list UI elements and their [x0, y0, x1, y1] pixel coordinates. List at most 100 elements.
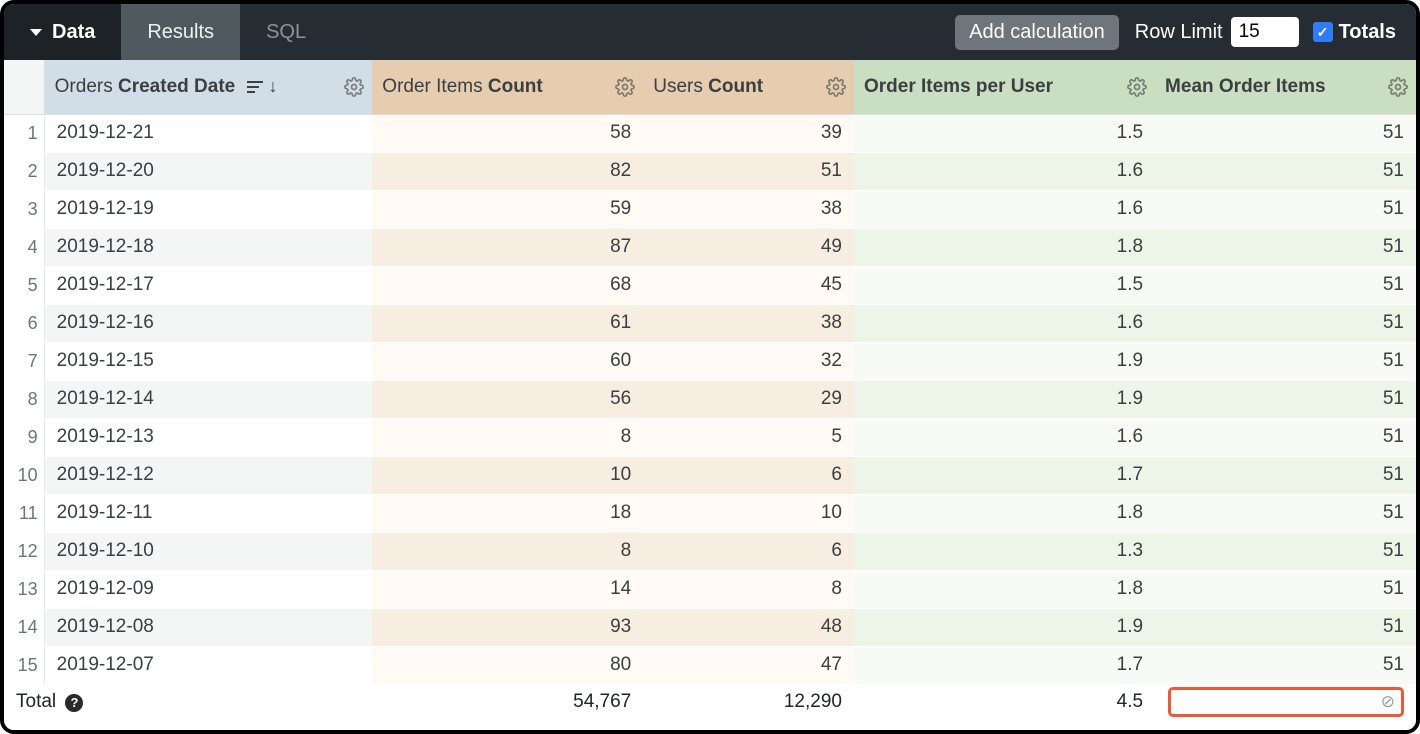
- row-number: 11: [4, 494, 44, 532]
- cell-order-items-count: 10: [372, 456, 643, 494]
- cell-order-items-count: 61: [372, 304, 643, 342]
- row-number: 1: [4, 114, 44, 152]
- add-calculation-button[interactable]: Add calculation: [955, 15, 1119, 50]
- table-row: 112019-12-1118101.851: [4, 494, 1416, 532]
- col-header-order-items-count[interactable]: Order Items Count: [372, 60, 643, 114]
- cell-mean-order-items: 51: [1155, 228, 1416, 266]
- cell-order-items-per-user: 1.9: [854, 380, 1155, 418]
- totals-order-items-count: 54,767: [372, 684, 643, 720]
- row-number: 6: [4, 304, 44, 342]
- gear-icon[interactable]: [615, 77, 635, 97]
- cell-created-date: 2019-12-18: [44, 228, 372, 266]
- cell-mean-order-items: 51: [1155, 608, 1416, 646]
- col-header-users-count[interactable]: Users Count: [643, 60, 854, 114]
- col-header-rownum: [4, 60, 44, 114]
- row-limit-label: Row Limit: [1135, 21, 1223, 44]
- cell-mean-order-items: 51: [1155, 532, 1416, 570]
- col-header-order-items-per-user[interactable]: Order Items per User: [854, 60, 1155, 114]
- tab-results[interactable]: Results: [121, 4, 240, 60]
- cell-mean-order-items: 51: [1155, 152, 1416, 190]
- row-number: 7: [4, 342, 44, 380]
- cell-order-items-count: 60: [372, 342, 643, 380]
- tab-data-label: Data: [52, 21, 95, 44]
- cell-order-items-per-user: 1.5: [854, 266, 1155, 304]
- cell-created-date: 2019-12-08: [44, 608, 372, 646]
- gear-icon[interactable]: [344, 77, 364, 97]
- table-row: 132019-12-091481.851: [4, 570, 1416, 608]
- col-header-label: Mean Order Items: [1165, 76, 1326, 97]
- tab-sql[interactable]: SQL: [240, 4, 332, 60]
- row-number: 10: [4, 456, 44, 494]
- totals-toggle[interactable]: ✓ Totals: [1313, 21, 1396, 44]
- cell-users-count: 48: [643, 608, 854, 646]
- cell-users-count: 51: [643, 152, 854, 190]
- col-header-bold: Created Date: [118, 76, 235, 97]
- null-icon: ⊘: [1381, 692, 1395, 712]
- totals-mean-order-items: ⊘: [1155, 684, 1416, 720]
- gear-icon[interactable]: [1388, 77, 1408, 97]
- totals-label-cell: Total ?: [4, 684, 372, 720]
- row-number: 8: [4, 380, 44, 418]
- cell-mean-order-items: 51: [1155, 266, 1416, 304]
- table-row: 122019-12-10861.351: [4, 532, 1416, 570]
- cell-mean-order-items: 51: [1155, 456, 1416, 494]
- table-row: 12019-12-2158391.551: [4, 114, 1416, 152]
- table-row: 82019-12-1456291.951: [4, 380, 1416, 418]
- cell-order-items-count: 59: [372, 190, 643, 228]
- cell-mean-order-items: 51: [1155, 342, 1416, 380]
- totals-label: Totals: [1339, 21, 1396, 44]
- cell-order-items-per-user: 1.8: [854, 570, 1155, 608]
- tab-sql-label: SQL: [266, 21, 306, 44]
- cell-order-items-count: 87: [372, 228, 643, 266]
- col-header-bold: Count: [708, 76, 763, 97]
- cell-created-date: 2019-12-15: [44, 342, 372, 380]
- cell-order-items-count: 68: [372, 266, 643, 304]
- cell-users-count: 38: [643, 304, 854, 342]
- topbar: Data Results SQL Add calculation Row Lim…: [4, 4, 1416, 60]
- cell-order-items-per-user: 1.5: [854, 114, 1155, 152]
- tab-data[interactable]: Data: [4, 4, 121, 60]
- gear-icon[interactable]: [1127, 77, 1147, 97]
- table-row: 62019-12-1661381.651: [4, 304, 1416, 342]
- cell-order-items-per-user: 1.7: [854, 456, 1155, 494]
- cell-order-items-per-user: 1.6: [854, 190, 1155, 228]
- help-icon[interactable]: ?: [65, 694, 83, 712]
- cell-created-date: 2019-12-16: [44, 304, 372, 342]
- cell-order-items-per-user: 1.8: [854, 494, 1155, 532]
- cell-users-count: 49: [643, 228, 854, 266]
- cell-created-date: 2019-12-20: [44, 152, 372, 190]
- results-table: Orders Created Date ↓ Order Items Count: [4, 60, 1416, 720]
- totals-row: Total ? 54,767 12,290 4.5 ⊘: [4, 684, 1416, 720]
- row-number: 3: [4, 190, 44, 228]
- col-header-prefix: Users: [653, 76, 708, 97]
- row-number: 15: [4, 646, 44, 684]
- gear-icon[interactable]: [826, 77, 846, 97]
- col-header-created-date[interactable]: Orders Created Date ↓: [44, 60, 372, 114]
- table-row: 142019-12-0893481.951: [4, 608, 1416, 646]
- col-header-mean-order-items[interactable]: Mean Order Items: [1155, 60, 1416, 114]
- table-row: 92019-12-13851.651: [4, 418, 1416, 456]
- cell-users-count: 6: [643, 456, 854, 494]
- row-limit-input[interactable]: [1231, 17, 1299, 47]
- totals-text: Total: [16, 691, 56, 712]
- cell-order-items-count: 8: [372, 418, 643, 456]
- cell-order-items-count: 82: [372, 152, 643, 190]
- table-row: 102019-12-121061.751: [4, 456, 1416, 494]
- cell-created-date: 2019-12-19: [44, 190, 372, 228]
- table-row: 72019-12-1560321.951: [4, 342, 1416, 380]
- cell-created-date: 2019-12-09: [44, 570, 372, 608]
- table-row: 32019-12-1959381.651: [4, 190, 1416, 228]
- null-highlight-box: ⊘: [1168, 687, 1404, 717]
- cell-order-items-per-user: 1.6: [854, 152, 1155, 190]
- table-row: 42019-12-1887491.851: [4, 228, 1416, 266]
- cell-mean-order-items: 51: [1155, 418, 1416, 456]
- row-limit-group: Row Limit: [1135, 17, 1299, 47]
- cell-created-date: 2019-12-14: [44, 380, 372, 418]
- cell-users-count: 47: [643, 646, 854, 684]
- cell-order-items-count: 18: [372, 494, 643, 532]
- cell-created-date: 2019-12-17: [44, 266, 372, 304]
- cell-order-items-count: 56: [372, 380, 643, 418]
- cell-order-items-count: 93: [372, 608, 643, 646]
- table-header-row: Orders Created Date ↓ Order Items Count: [4, 60, 1416, 114]
- cell-mean-order-items: 51: [1155, 304, 1416, 342]
